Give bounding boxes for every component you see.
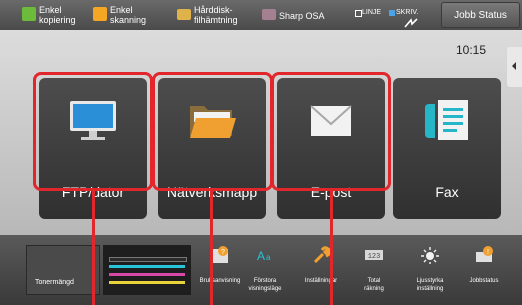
svg-text:a: a — [266, 253, 271, 262]
svg-text:!: ! — [487, 249, 489, 256]
quick-button-label: Enkel skanning — [110, 5, 147, 25]
top-bar: Enkel kopiering Enkel skanning Hårddisk-… — [0, 0, 522, 30]
quick-button-label: Hårddisk- filhämtning — [194, 5, 238, 25]
bottom-bar: Tonermängd ? Bruksanvisning A a Förstora… — [0, 235, 522, 305]
quick-button-easy-scan[interactable]: Enkel skanning — [93, 0, 153, 30]
highlight-connector — [210, 190, 213, 305]
svg-text:123: 123 — [368, 253, 381, 261]
zoom-text-icon: A a — [257, 249, 271, 263]
toner-bar-cyan — [109, 265, 185, 268]
bottom-item-label: Inställningar — [304, 278, 338, 284]
bottom-item-label: Total räkning — [364, 278, 384, 292]
toner-level-button[interactable]: Tonermängd — [26, 245, 100, 295]
bottom-item-label: Förstora visningsläge — [248, 278, 282, 292]
bottom-item-label: Ljusstyrka inställning — [416, 278, 444, 292]
highlight-box — [271, 72, 391, 191]
side-panel-tab[interactable] — [507, 47, 522, 87]
print-indicator-label: SKRIV. — [396, 9, 419, 16]
settings-button[interactable]: Inställningar — [296, 235, 346, 305]
fax-icon — [425, 100, 468, 140]
copy-icon — [22, 7, 36, 21]
line-indicator-label: LINJE — [362, 9, 382, 16]
help-icon: ? — [212, 246, 228, 263]
hdd-folder-icon — [177, 9, 191, 20]
counter-icon: 123 — [365, 250, 383, 261]
total-count-button[interactable]: 123 Total räkning — [349, 235, 399, 305]
osa-icon — [262, 9, 276, 20]
operation-guide-button[interactable]: ? Bruksanvisning — [195, 235, 245, 305]
network-icon — [404, 18, 418, 28]
quick-button-easy-copy[interactable]: Enkel kopiering — [22, 0, 82, 30]
tile-label: Fax — [435, 184, 459, 200]
toner-bar-magenta — [109, 273, 185, 276]
quick-button-label: Sharp OSA — [279, 11, 325, 21]
svg-text:A: A — [257, 249, 265, 263]
quick-button-sharp-osa[interactable]: Sharp OSA — [262, 0, 338, 30]
wrench-icon — [313, 246, 331, 264]
job-status-bottom-button[interactable]: ! Jobbstatus — [459, 235, 509, 305]
toner-bar-black — [109, 257, 187, 262]
brightness-button[interactable]: Ljusstyrka inställning — [405, 235, 455, 305]
bottom-item-label: Bruksanvisning — [199, 278, 241, 284]
toner-level-display — [103, 245, 191, 295]
quick-button-hdd-retrieval[interactable]: Hårddisk- filhämtning — [177, 0, 257, 30]
job-status-icon: ! — [476, 246, 493, 262]
bottom-item-label: Jobbstatus — [469, 278, 499, 284]
line-indicator-icon — [355, 10, 362, 17]
job-status-button[interactable]: Jobb Status — [441, 2, 520, 28]
enlarge-display-button[interactable]: A a Förstora visningsläge — [240, 235, 290, 305]
highlight-connector — [92, 190, 95, 305]
clock: 10:15 — [456, 43, 487, 57]
toner-bar-yellow — [109, 281, 185, 284]
highlight-box — [152, 72, 273, 191]
scan-icon — [93, 7, 107, 21]
quick-button-label: Enkel kopiering — [39, 5, 76, 25]
svg-text:?: ? — [221, 249, 225, 256]
highlight-box — [33, 72, 153, 191]
brightness-icon — [421, 247, 439, 264]
chevron-left-icon — [512, 62, 516, 70]
highlight-connector — [330, 190, 333, 305]
toner-label: Tonermängd — [35, 279, 74, 286]
tile-fax[interactable]: Fax — [393, 78, 501, 219]
print-indicator-icon — [389, 10, 395, 16]
